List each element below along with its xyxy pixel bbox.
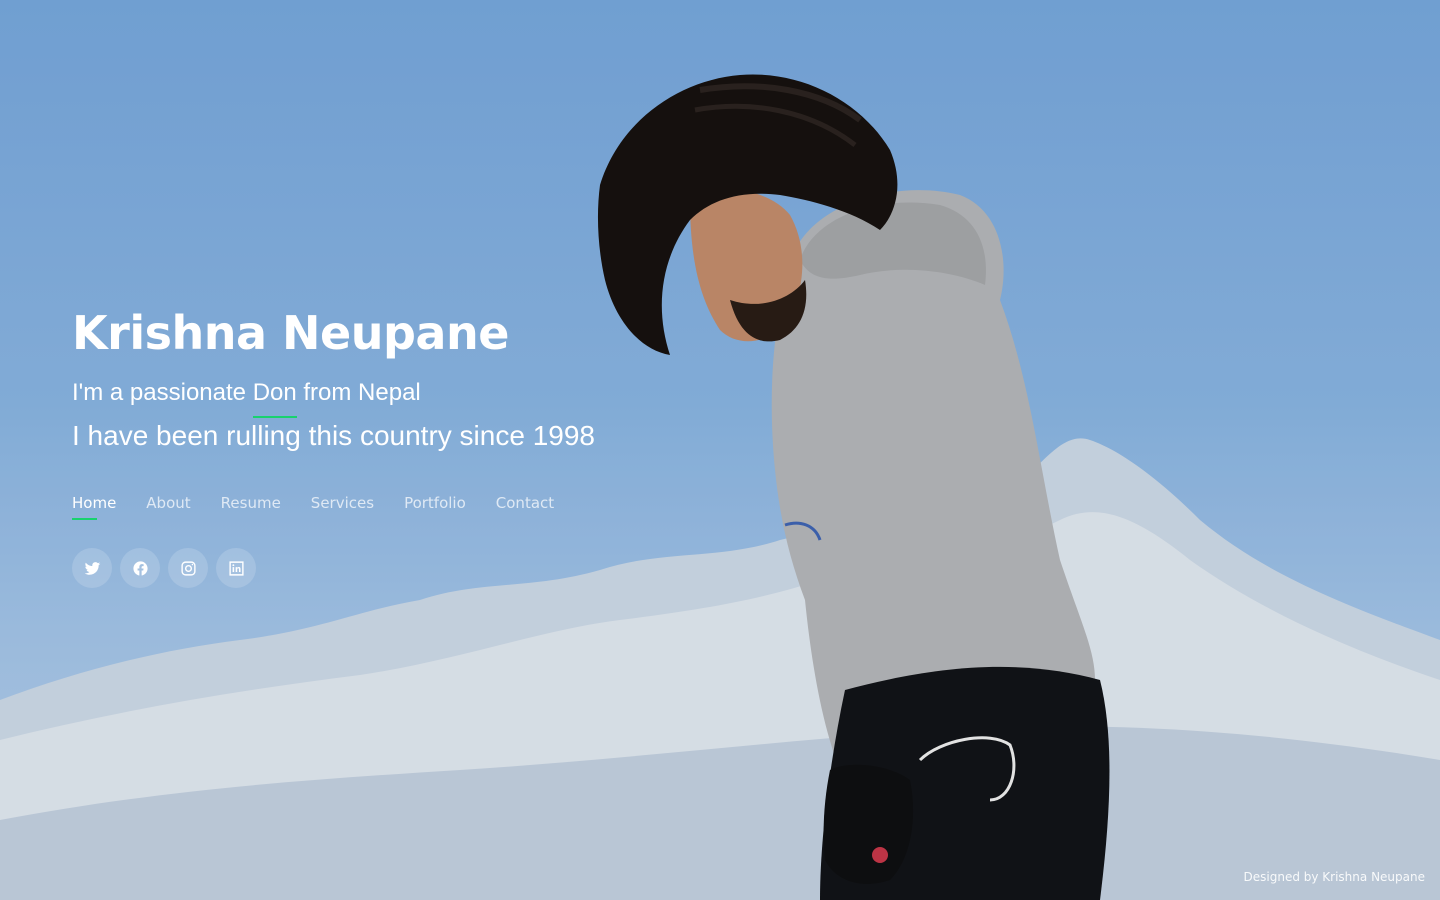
hero-name: Krishna Neupane <box>72 306 509 360</box>
instagram-icon <box>180 560 196 576</box>
tagline-prefix: I'm a passionate <box>72 379 247 406</box>
facebook-link[interactable] <box>120 548 160 588</box>
footer-credit: Designed by Krishna Neupane <box>1243 870 1425 884</box>
linkedin-icon <box>228 560 244 576</box>
hero-tagline-second: I have been rulling this country since 1… <box>72 420 595 451</box>
linkedin-link[interactable] <box>216 548 256 588</box>
hero-content: Krishna Neupane I'm a passionate Don fro… <box>72 300 772 588</box>
main-nav: Home About Resume Services Portfolio Con… <box>72 494 772 520</box>
tagline-suffix: from Nepal <box>303 379 421 406</box>
instagram-link[interactable] <box>168 548 208 588</box>
nav-about[interactable]: About <box>146 494 190 518</box>
tagline-highlight: Don <box>252 376 297 418</box>
nav-portfolio[interactable]: Portfolio <box>404 494 466 518</box>
social-links <box>72 548 772 588</box>
hero-tagline: I'm a passionate Don from Nepal <box>72 376 772 418</box>
twitter-icon <box>84 561 100 575</box>
nav-resume[interactable]: Resume <box>221 494 281 518</box>
twitter-link[interactable] <box>72 548 112 588</box>
nav-home[interactable]: Home <box>72 494 116 520</box>
facebook-icon <box>132 560 148 576</box>
nav-services[interactable]: Services <box>311 494 374 518</box>
nav-contact[interactable]: Contact <box>496 494 554 518</box>
